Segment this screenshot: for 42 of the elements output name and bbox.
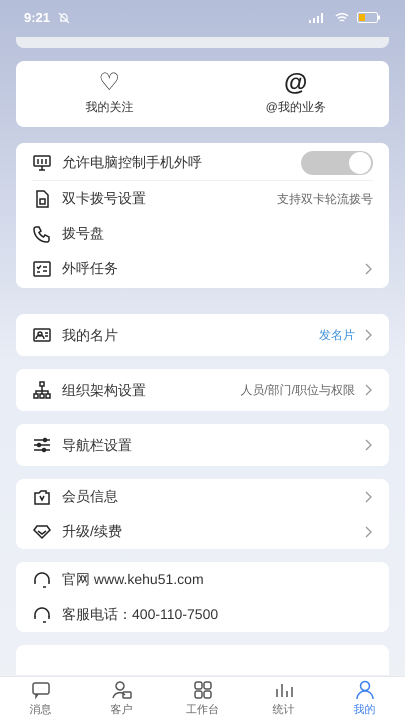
row-value: 支持双卡轮流拨号 xyxy=(277,190,373,208)
quick-action-button[interactable]: @ @我的业务 xyxy=(202,61,389,127)
checklist-icon xyxy=(32,258,52,278)
settings-row[interactable]: 升级/续费 xyxy=(32,514,373,549)
phone-icon xyxy=(32,224,52,244)
row-value: 人员/部门/职位与权限 xyxy=(240,382,355,399)
chevron-right-icon xyxy=(365,262,373,274)
wifi-icon xyxy=(335,12,349,23)
settings-row[interactable]: 官网 www.kehu51.com xyxy=(32,562,373,597)
customer-icon xyxy=(110,678,132,701)
settings-row[interactable]: 客服电话：400-110-7500 xyxy=(32,597,373,632)
tab-item[interactable]: 客户 xyxy=(81,677,162,720)
settings-row[interactable]: 组织架构设置 人员/部门/职位与权限 xyxy=(32,369,373,411)
chevron-right-icon xyxy=(365,384,373,396)
person-icon xyxy=(354,678,376,701)
settings-row[interactable]: 我的名片 发名片 xyxy=(32,314,373,356)
chevron-right-icon xyxy=(365,526,373,538)
bell-off-icon xyxy=(58,12,70,24)
quick-action-button[interactable]: ♡ 我的关注 xyxy=(16,61,202,127)
tab-item[interactable]: 消息 xyxy=(0,677,81,720)
row-value: 发名片 xyxy=(319,327,355,344)
settings-row[interactable]: 导航栏设置 xyxy=(32,424,373,466)
settings-row[interactable]: 拨号盘 xyxy=(32,216,373,251)
headset-icon xyxy=(32,570,52,590)
chevron-right-icon xyxy=(365,490,373,502)
battery-icon xyxy=(357,12,381,23)
heart-icon: ♡ xyxy=(98,72,120,94)
monitor-icon xyxy=(32,152,52,172)
chevron-right-icon xyxy=(365,439,373,451)
grid-icon xyxy=(192,678,214,701)
tab-item[interactable]: 我的 xyxy=(324,677,405,720)
settings-row[interactable]: 双卡拨号设置 支持双卡轮流拨号 xyxy=(32,181,373,216)
tab-item[interactable]: 工作台 xyxy=(162,677,243,720)
settings-row[interactable]: 外呼任务 xyxy=(32,251,373,286)
at-sign-icon: @ xyxy=(284,72,308,94)
status-time: 9:21 xyxy=(24,8,50,27)
chevron-right-icon xyxy=(365,329,373,341)
org-chart-icon xyxy=(32,380,52,400)
sliders-icon xyxy=(32,435,52,455)
headset-icon xyxy=(32,604,52,624)
tab-item[interactable]: 统计 xyxy=(243,677,324,720)
settings-row[interactable]: 会员信息 xyxy=(32,479,373,514)
